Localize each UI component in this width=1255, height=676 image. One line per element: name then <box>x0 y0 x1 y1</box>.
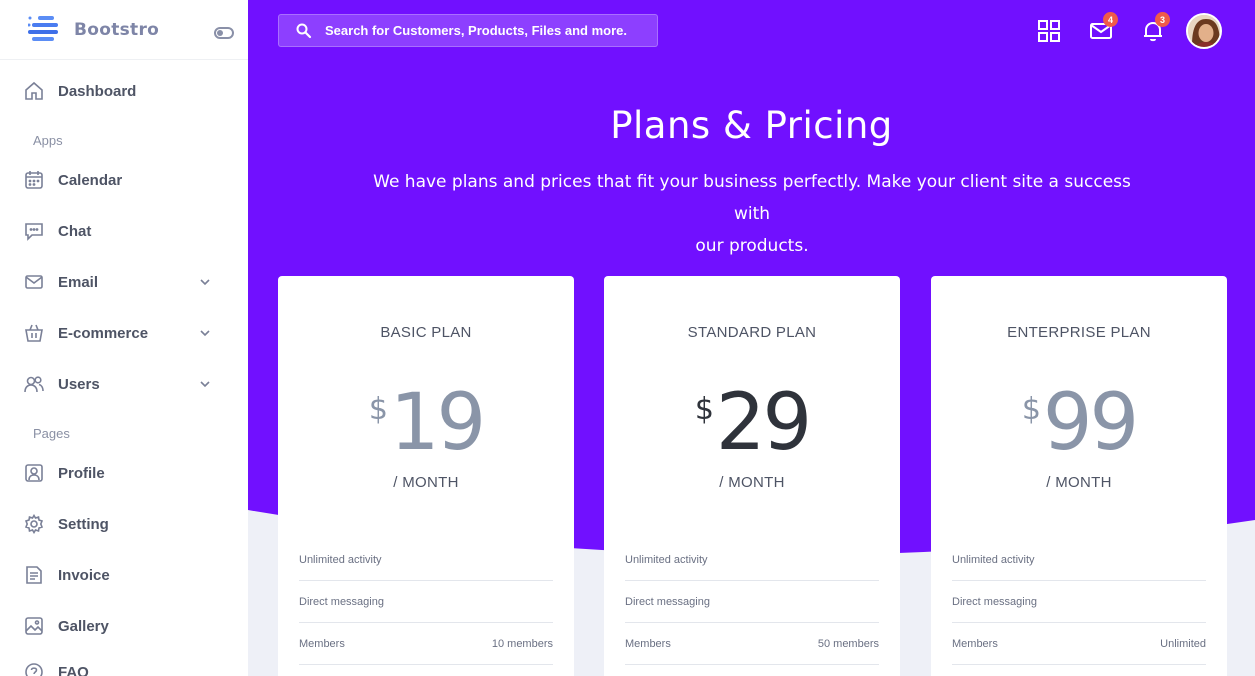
feature-row: Unlimited activity <box>952 539 1206 581</box>
brand-logo-icon[interactable] <box>27 15 62 45</box>
sidebar-item-label: FAQ <box>58 663 89 676</box>
sidebar-item-gallery[interactable]: Gallery <box>0 606 248 646</box>
plan-name: ENTERPRISE PLAN <box>1007 324 1151 341</box>
page-subtitle-line-1: We have plans and prices that fit your b… <box>373 172 1131 224</box>
calendar-icon <box>24 170 44 190</box>
sidebar-item-profile[interactable]: Profile <box>0 453 248 493</box>
chevron-down-icon[interactable] <box>198 377 212 391</box>
feature-label: Members <box>952 637 998 650</box>
feature-value: 50 members <box>817 637 879 650</box>
pricing-card-standard: STANDARD PLAN $29 / MONTH Unlimited acti… <box>604 276 900 676</box>
users-icon <box>24 374 44 394</box>
sidebar-item-label: Chat <box>58 222 92 240</box>
sidebar-section-apps: Apps <box>33 133 63 148</box>
faq-icon <box>24 662 44 676</box>
feature-value: Unlimited <box>1160 637 1206 650</box>
feature-row: Members 50 members <box>625 623 879 665</box>
gallery-icon <box>24 616 44 636</box>
plan-period: / MONTH <box>1046 474 1112 491</box>
search-icon <box>296 23 312 39</box>
plan-period: / MONTH <box>719 474 785 491</box>
sidebar-toggle-icon[interactable] <box>214 27 234 39</box>
search-input[interactable]: Search for Customers, Products, Files an… <box>278 14 658 47</box>
feature-label: Direct messaging <box>625 595 710 608</box>
feature-label: Members <box>299 637 345 650</box>
feature-label: Unlimited activity <box>625 553 708 566</box>
feature-row: Direct messaging <box>299 581 553 623</box>
feature-label: Direct messaging <box>299 595 384 608</box>
sidebar-item-dashboard[interactable]: Dashboard <box>0 71 248 111</box>
plan-period: / MONTH <box>393 474 459 491</box>
feature-row: Direct messaging <box>952 581 1206 623</box>
main-content: Search for Customers, Products, Files an… <box>248 0 1255 676</box>
sidebar-item-label: Profile <box>58 464 105 482</box>
price-amount: 19 <box>389 378 486 468</box>
feature-label: Members <box>625 637 671 650</box>
notification-count-badge: 3 <box>1155 12 1170 27</box>
apps-grid-icon[interactable] <box>1037 19 1061 43</box>
search-placeholder: Search for Customers, Products, Files an… <box>325 23 627 38</box>
chat-icon <box>24 221 44 241</box>
page-title: Plans & Pricing <box>610 104 893 147</box>
sidebar-item-faq[interactable]: FAQ <box>0 652 248 676</box>
sidebar-item-label: Dashboard <box>58 82 137 100</box>
feature-row: Members Unlimited <box>952 623 1206 665</box>
plan-price: $19 <box>278 378 574 468</box>
avatar[interactable] <box>1186 13 1222 49</box>
sidebar-item-label: Invoice <box>58 566 110 584</box>
sidebar-item-ecommerce[interactable]: E-commerce <box>0 313 248 353</box>
sidebar-section-pages: Pages <box>33 426 70 441</box>
sidebar-item-email[interactable]: Email <box>0 262 248 302</box>
price-currency: $ <box>694 392 714 427</box>
price-currency: $ <box>368 392 388 427</box>
pricing-card-basic: BASIC PLAN $19 / MONTH Unlimited activit… <box>278 276 574 676</box>
feature-value: 10 members <box>491 637 553 650</box>
gear-icon <box>24 514 44 534</box>
sidebar-item-label: Calendar <box>58 171 123 189</box>
sidebar-item-label: Users <box>58 375 100 393</box>
page-subtitle: We have plans and prices that fit your b… <box>356 166 1148 262</box>
price-currency: $ <box>1021 392 1041 427</box>
sidebar-item-label: Gallery <box>58 617 109 635</box>
profile-icon <box>24 463 44 483</box>
price-amount: 29 <box>715 378 812 468</box>
plan-price: $99 <box>931 378 1227 468</box>
plan-name: BASIC PLAN <box>380 324 472 341</box>
basket-icon <box>24 323 44 343</box>
feature-row: Members 10 members <box>299 623 553 665</box>
mail-count-badge: 4 <box>1103 12 1118 27</box>
pricing-card-enterprise: ENTERPRISE PLAN $99 / MONTH Unlimited ac… <box>931 276 1227 676</box>
page-subtitle-line-2: our products. <box>695 236 809 256</box>
plan-name: STANDARD PLAN <box>687 324 817 341</box>
sidebar: Bootstro Dashboard Apps Calendar Chat Em… <box>0 0 248 676</box>
sidebar-item-label: Setting <box>58 515 109 533</box>
invoice-icon <box>24 565 44 585</box>
sidebar-item-label: E-commerce <box>58 324 149 342</box>
home-icon <box>24 81 44 101</box>
chevron-down-icon[interactable] <box>198 326 212 340</box>
feature-label: Direct messaging <box>952 595 1037 608</box>
sidebar-item-calendar[interactable]: Calendar <box>0 160 248 200</box>
feature-row: Unlimited activity <box>625 539 879 581</box>
price-amount: 99 <box>1042 378 1139 468</box>
brand-name[interactable]: Bootstro <box>74 20 159 40</box>
mail-icon <box>24 272 44 292</box>
plan-price: $29 <box>604 378 900 468</box>
feature-label: Unlimited activity <box>952 553 1035 566</box>
sidebar-item-users[interactable]: Users <box>0 364 248 404</box>
sidebar-item-chat[interactable]: Chat <box>0 211 248 251</box>
sidebar-item-setting[interactable]: Setting <box>0 504 248 544</box>
brand-header: Bootstro <box>0 0 248 60</box>
sidebar-item-invoice[interactable]: Invoice <box>0 555 248 595</box>
feature-row: Direct messaging <box>625 581 879 623</box>
chevron-down-icon[interactable] <box>198 275 212 289</box>
feature-label: Unlimited activity <box>299 553 382 566</box>
feature-row: Unlimited activity <box>299 539 553 581</box>
sidebar-item-label: Email <box>58 273 99 291</box>
